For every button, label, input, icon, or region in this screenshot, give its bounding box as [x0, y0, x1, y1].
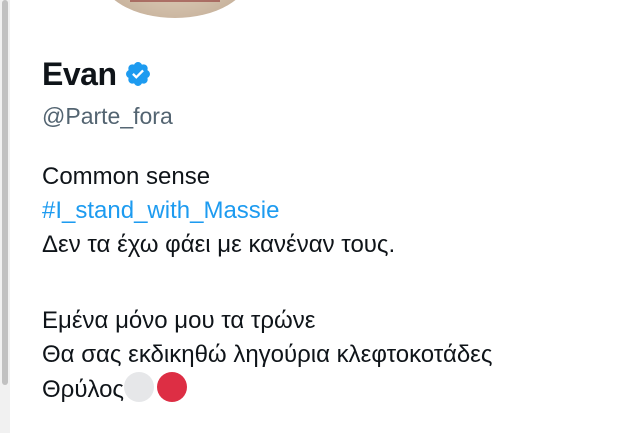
- bio-line: Εμένα μόνο μου τα τρώνε: [42, 307, 316, 334]
- bio-line: Θα σας εκδικηθώ ληγούρια κλεφτοκοτάδες: [42, 341, 493, 368]
- profile-avatar[interactable]: [100, 0, 250, 18]
- profile-handle: @Parte_fora: [42, 103, 173, 129]
- page-scrollbar[interactable]: [0, 0, 10, 433]
- bio-line: Θρύλος: [42, 376, 124, 403]
- white-circle-emoji-icon: [124, 372, 154, 402]
- red-circle-emoji-icon: [157, 372, 187, 402]
- hashtag-link[interactable]: #I_stand_with_Massie: [42, 197, 279, 224]
- bio-line: Δεν τα έχω φάει με κανέναν τους.: [42, 231, 396, 258]
- scrollbar-thumb[interactable]: [2, 0, 8, 385]
- verified-badge-icon[interactable]: [124, 60, 152, 88]
- avatar-image-detail: [130, 0, 220, 2]
- bio-line: Common sense: [42, 163, 211, 190]
- bio-last-line: Θρύλος: [42, 372, 622, 406]
- profile-name-row: Evan: [42, 54, 152, 94]
- display-name: Evan: [42, 55, 117, 92]
- profile-bio: Common sense #I_stand_with_Massie Δεν τα…: [42, 160, 622, 406]
- bio-spacer: [42, 262, 622, 304]
